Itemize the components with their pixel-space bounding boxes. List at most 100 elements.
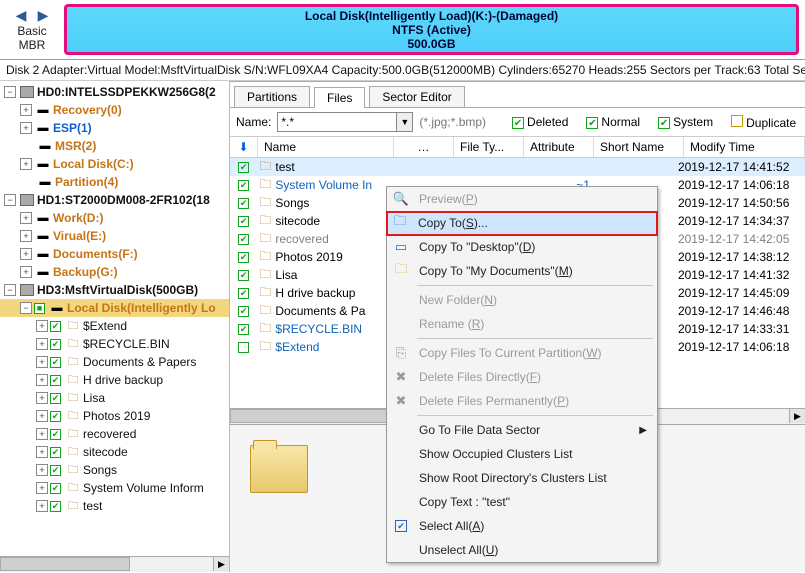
tree-check-icon[interactable]: ✔ [50, 411, 61, 422]
nav-forward-icon[interactable]: ▶ [35, 7, 51, 23]
tree-expand-icon[interactable]: + [36, 338, 48, 350]
row-checkbox[interactable]: ✔ [238, 198, 249, 209]
tab-partitions[interactable]: Partitions [234, 86, 310, 107]
tree-expand-icon[interactable]: + [20, 230, 32, 242]
row-checkbox[interactable] [238, 342, 249, 353]
tree-check-icon[interactable]: ✔ [50, 465, 61, 476]
tree-check-icon[interactable]: ✔ [50, 501, 61, 512]
tree-item[interactable]: Documents & Papers [83, 355, 196, 369]
tree-expand-icon[interactable]: + [20, 104, 32, 116]
tree-expand-icon[interactable]: + [36, 410, 48, 422]
tree-hd1[interactable]: HD1:ST2000DM008-2FR102(18 [37, 193, 210, 207]
ctx-copy-desktop[interactable]: ▭Copy To "Desktop"(D) [387, 235, 657, 259]
tree-item[interactable]: System Volume Inform [83, 481, 204, 495]
file-name[interactable]: Songs [275, 196, 309, 210]
col-filetype[interactable]: File Ty... [454, 137, 524, 157]
tree-check-icon[interactable]: ✔ [50, 429, 61, 440]
tree-item[interactable]: Songs [83, 463, 117, 477]
tree-collapse-icon[interactable]: − [4, 86, 16, 98]
tree-item[interactable]: recovered [83, 427, 136, 441]
tree-expand-icon[interactable]: + [36, 374, 48, 386]
file-name[interactable]: $RECYCLE.BIN [275, 322, 362, 336]
row-checkbox[interactable]: ✔ [238, 270, 249, 281]
row-checkbox[interactable]: ✔ [238, 324, 249, 335]
row-checkbox[interactable]: ✔ [238, 180, 249, 191]
row-checkbox[interactable]: ✔ [238, 216, 249, 227]
tree-expand-icon[interactable]: + [20, 248, 32, 260]
tree-check-icon[interactable]: ✔ [50, 357, 61, 368]
ctx-goto-sector[interactable]: Go To File Data Sector▶ [387, 418, 657, 442]
tree-check-icon[interactable]: ✔ [50, 447, 61, 458]
tree-item[interactable]: Lisa [83, 391, 105, 405]
deleted-checkbox[interactable]: ✔ [512, 117, 524, 129]
system-checkbox[interactable]: ✔ [658, 117, 670, 129]
scrollbar-thumb[interactable] [0, 557, 130, 571]
tree-check-icon[interactable]: ✔ [50, 483, 61, 494]
file-name[interactable]: $Extend [275, 340, 319, 354]
tree-expand-icon[interactable]: + [36, 482, 48, 494]
tree-expand-icon[interactable]: + [36, 392, 48, 404]
tree-item[interactable]: $RECYCLE.BIN [83, 337, 170, 351]
tree-check-icon[interactable]: ✔ [50, 375, 61, 386]
tree-item[interactable]: test [83, 499, 102, 513]
row-checkbox[interactable]: ✔ [238, 288, 249, 299]
tree-expand-icon[interactable]: + [20, 266, 32, 278]
tree-selected-volume[interactable]: Local Disk(Intelligently Lo [67, 301, 216, 315]
ctx-copy-to[interactable]: 🗀Copy To(S)... [387, 211, 657, 235]
tree-item[interactable]: Recovery(0) [53, 103, 122, 117]
ctx-select-all[interactable]: ✔Select All(A) [387, 514, 657, 538]
tree-item[interactable]: Documents(F:) [53, 247, 138, 261]
tree-item[interactable]: Partition(4) [55, 175, 118, 189]
tree-expand-icon[interactable]: + [36, 428, 48, 440]
tree-item[interactable]: Backup(G:) [53, 265, 118, 279]
col-name[interactable]: Name [258, 137, 394, 157]
row-checkbox[interactable]: ✔ [238, 252, 249, 263]
tree-collapse-icon[interactable]: − [4, 194, 16, 206]
row-checkbox[interactable]: ✔ [238, 234, 249, 245]
tab-sector-editor[interactable]: Sector Editor [369, 86, 464, 107]
tab-files[interactable]: Files [314, 87, 365, 108]
tree-item[interactable]: ESP(1) [53, 121, 92, 135]
ctx-copy-mydocs[interactable]: 🗀Copy To "My Documents"(M) [387, 259, 657, 283]
tree-check-icon[interactable]: ✔ [50, 393, 61, 404]
tree-item[interactable]: sitecode [83, 445, 128, 459]
tree-expand-icon[interactable]: + [36, 356, 48, 368]
tree-expand-icon[interactable]: + [36, 320, 48, 332]
ctx-root-clusters[interactable]: Show Root Directory's Clusters List [387, 466, 657, 490]
select-all-header-icon[interactable]: ⬇ [230, 137, 258, 157]
tree-item[interactable]: Local Disk(C:) [53, 157, 134, 171]
tree-item[interactable]: Work(D:) [53, 211, 103, 225]
col-ellipsis[interactable]: … [394, 137, 454, 157]
file-name[interactable]: test [275, 160, 294, 174]
file-name[interactable]: sitecode [275, 214, 320, 228]
ctx-occupied-clusters[interactable]: Show Occupied Clusters List [387, 442, 657, 466]
tree-expand-icon[interactable]: + [36, 500, 48, 512]
ctx-unselect-all[interactable]: Unselect All(U) [387, 538, 657, 562]
tree-expand-icon[interactable]: + [20, 212, 32, 224]
nav-back-icon[interactable]: ◀ [13, 7, 29, 23]
file-name[interactable]: System Volume In [275, 178, 372, 192]
tree-item[interactable]: $Extend [83, 319, 127, 333]
duplicate-checkbox[interactable] [731, 115, 743, 127]
tree-check-icon[interactable]: ■ [34, 303, 45, 314]
row-checkbox[interactable]: ✔ [238, 162, 249, 173]
tree-hscroll[interactable]: ▶ [0, 556, 229, 572]
tree-expand-icon[interactable]: + [20, 158, 32, 170]
file-name[interactable]: Lisa [275, 268, 297, 282]
tree-expand-icon[interactable]: + [20, 122, 32, 134]
scroll-right-icon[interactable]: ▶ [213, 557, 229, 571]
file-name[interactable]: recovered [275, 232, 328, 246]
name-filter-dropdown-icon[interactable]: ▼ [397, 112, 413, 132]
file-name[interactable]: Photos 2019 [275, 250, 342, 264]
tree-hd3[interactable]: HD3:MsftVirtualDisk(500GB) [37, 283, 198, 297]
tree-check-icon[interactable]: ✔ [50, 339, 61, 350]
disk-tree[interactable]: −HD0:INTELSSDPEKKW256G8(2 +▬Recovery(0) … [0, 81, 230, 572]
tree-hd0[interactable]: HD0:INTELSSDPEKKW256G8(2 [37, 85, 216, 99]
file-name[interactable]: Documents & Pa [275, 304, 365, 318]
file-name[interactable]: H drive backup [275, 286, 355, 300]
row-checkbox[interactable]: ✔ [238, 306, 249, 317]
ctx-copy-text[interactable]: Copy Text : "test" [387, 490, 657, 514]
tree-check-icon[interactable]: ✔ [50, 321, 61, 332]
tree-item[interactable]: H drive backup [83, 373, 163, 387]
name-filter-input[interactable] [277, 112, 397, 132]
